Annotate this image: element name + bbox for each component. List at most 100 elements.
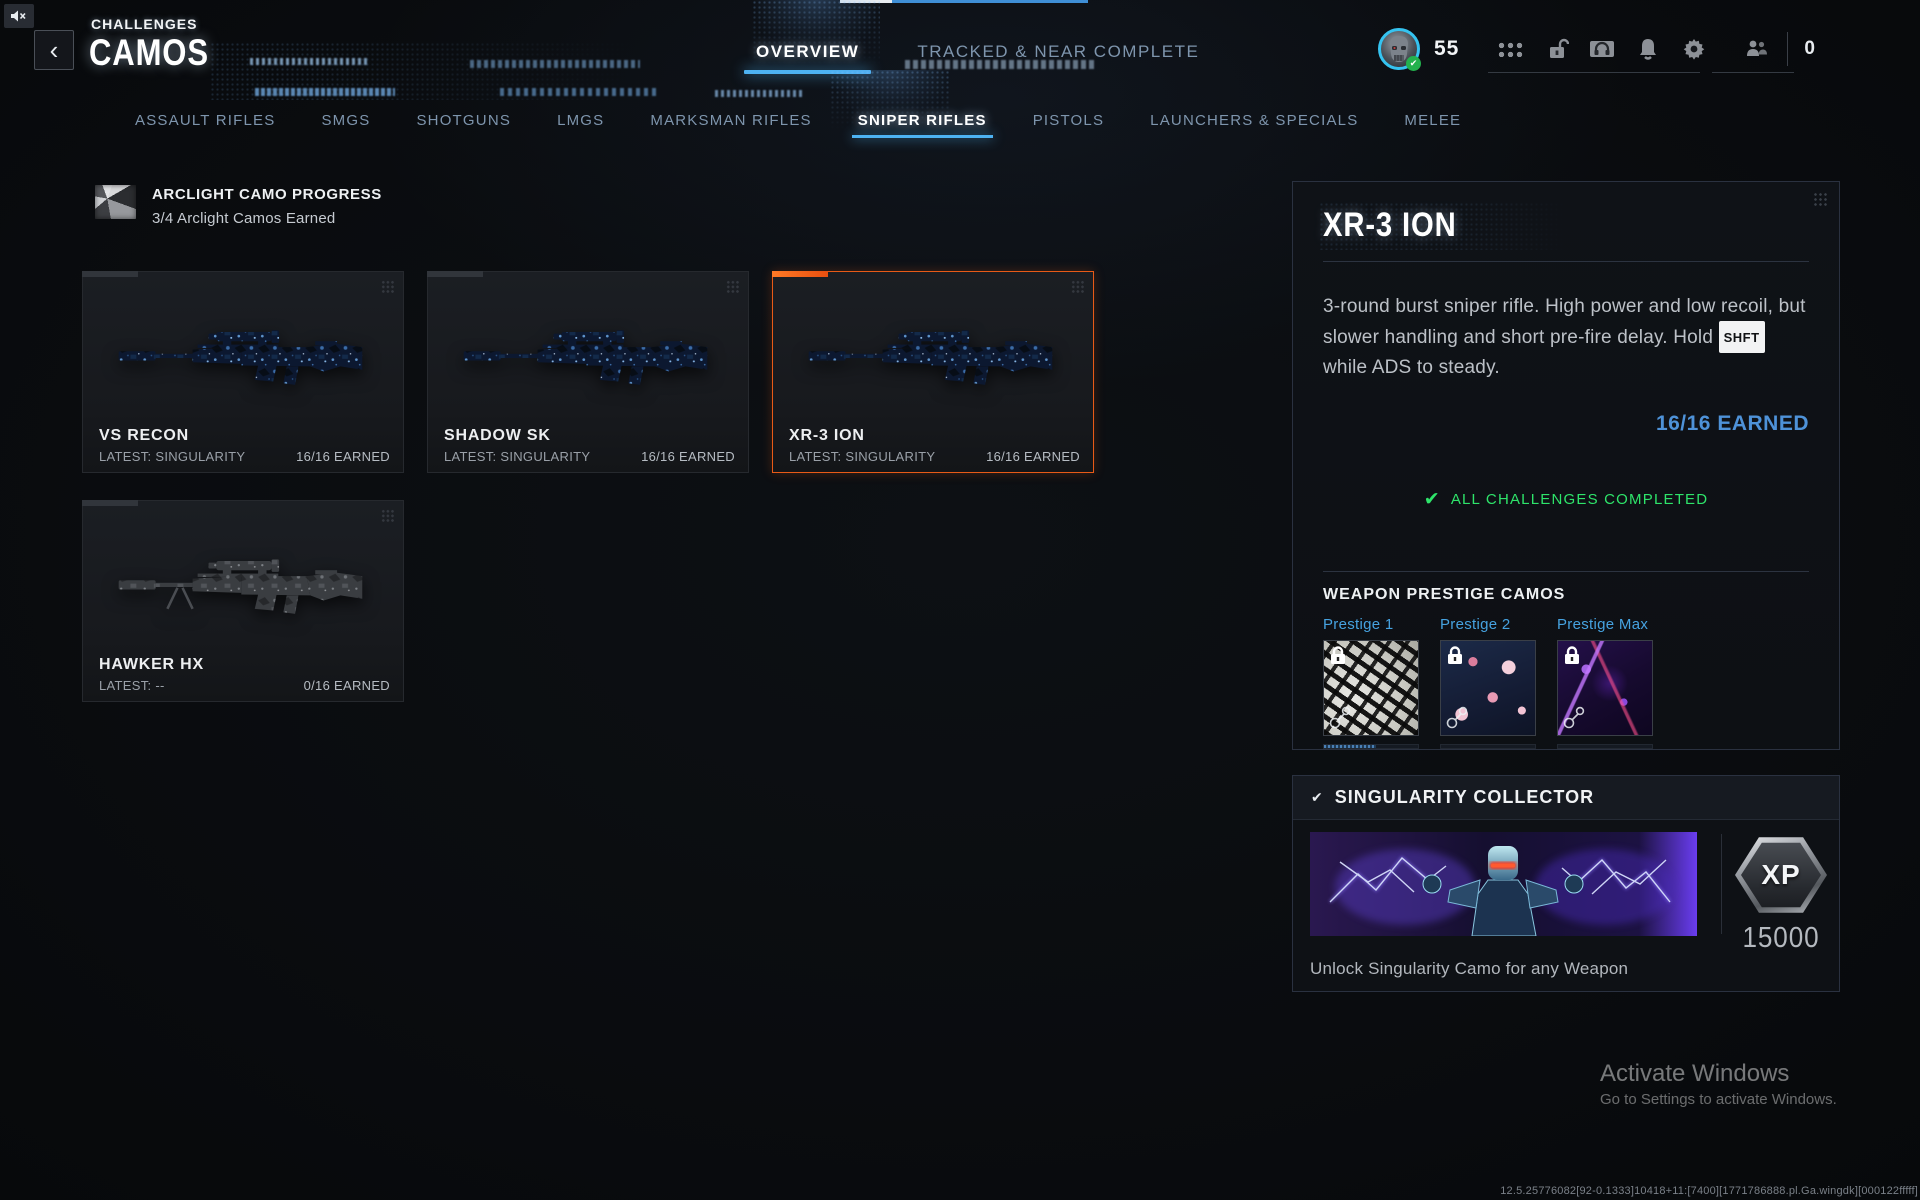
- signature-scribble: [1563, 706, 1585, 729]
- prestige-camo-thumbnail[interactable]: [1323, 640, 1419, 736]
- card-footer: VS RECON LATEST: SINGULARITY 16/16 EARNE…: [99, 427, 390, 464]
- prestige-label: Prestige 2: [1440, 616, 1511, 633]
- prestige-camo-thumbnail[interactable]: [1557, 640, 1653, 736]
- lock-icon: [1331, 646, 1345, 664]
- weapon-latest-camo: LATEST: --: [99, 678, 165, 693]
- prestige-item-1: Prestige 1: [1323, 616, 1419, 749]
- glitch-decoration: [470, 60, 640, 68]
- grid-dots-icon: [1071, 280, 1085, 294]
- collector-caption: Unlock Singularity Camo for any Weapon: [1310, 959, 1629, 978]
- glitch-decoration: [715, 90, 805, 97]
- apps-grid-icon[interactable]: [1495, 34, 1525, 64]
- weapon-card-xr-3-ion[interactable]: XR-3 ION LATEST: SINGULARITY 16/16 EARNE…: [772, 271, 1094, 473]
- theater-icon[interactable]: [1587, 34, 1617, 64]
- social-icon[interactable]: [1741, 34, 1771, 64]
- page-title: CAMOS: [89, 32, 209, 73]
- topbar-underline: [1488, 72, 1700, 73]
- tab-smgs[interactable]: SMGS: [321, 112, 370, 129]
- collector-header: ✔ SINGULARITY COLLECTOR: [1293, 776, 1839, 820]
- weapon-name: VS RECON: [99, 427, 189, 444]
- prestige-progress-bar: [1557, 744, 1653, 749]
- tab-sniper-rifles[interactable]: SNIPER RIFLES: [851, 112, 993, 138]
- tab-tracked-near-complete[interactable]: TRACKED & NEAR COMPLETE: [917, 42, 1199, 62]
- tab-shotguns[interactable]: SHOTGUNS: [416, 112, 511, 129]
- tab-melee[interactable]: MELEE: [1404, 112, 1461, 129]
- card-notch: [82, 500, 138, 506]
- weapon-image: [118, 330, 363, 385]
- prestige-item-max: Prestige Max: [1557, 616, 1653, 749]
- divider: [1323, 261, 1809, 262]
- weapon-card-hawker-hx[interactable]: HAWKER HX LATEST: -- 0/16 EARNED: [82, 500, 404, 702]
- watermark-line1: Activate Windows: [1600, 1060, 1790, 1087]
- glitch-decoration: [500, 88, 660, 96]
- glitch-decoration: [250, 58, 370, 65]
- gear-icon[interactable]: [1679, 34, 1709, 64]
- prestige-camos-heading: WEAPON PRESTIGE CAMOS: [1323, 586, 1566, 603]
- arclight-camo-thumbnail: [95, 185, 136, 219]
- weapon-image: [463, 330, 708, 385]
- topbar-divider: [1787, 32, 1789, 66]
- avatar-status-badge: ✔: [1406, 56, 1421, 71]
- weapon-description: 3-round burst sniper rifle. High power a…: [1323, 292, 1809, 382]
- prestige-item-2: Prestige 2: [1440, 616, 1536, 749]
- build-version-string: 12.5.25776082[92-0.1333]10418+11:[7400][…: [1500, 1185, 1918, 1197]
- activate-windows-watermark: Activate Windows Go to Settings to activ…: [1600, 1060, 1837, 1108]
- xp-value: 15000: [1742, 922, 1820, 954]
- prestige-camo-thumbnail[interactable]: [1440, 640, 1536, 736]
- bell-icon[interactable]: [1633, 34, 1663, 64]
- back-button[interactable]: ‹: [34, 30, 74, 70]
- grid-dots-icon: [1813, 192, 1829, 208]
- card-notch: [427, 271, 483, 277]
- challenges-completed-label: ALL CHALLENGES COMPLETED: [1450, 491, 1709, 508]
- weapon-image: [808, 330, 1053, 385]
- prestige-label: Prestige Max: [1557, 616, 1649, 633]
- volume-muted-icon[interactable]: [4, 4, 34, 28]
- weapon-latest-camo: LATEST: SINGULARITY: [789, 449, 936, 464]
- topbar-underline: [1712, 72, 1794, 73]
- prestige-progress-bar: [1323, 744, 1419, 749]
- topbar-right: ✔ 55 0: [1378, 24, 1815, 74]
- divider: [1721, 834, 1722, 934]
- arclight-progress-header: ARCLIGHT CAMO PROGRESS 3/4 Arclight Camo…: [95, 185, 382, 227]
- card-notch: [772, 271, 828, 277]
- description-text: while ADS to steady.: [1323, 357, 1500, 378]
- lock-icon: [1448, 646, 1462, 664]
- tab-lmgs[interactable]: LMGS: [557, 112, 604, 129]
- challenges-completed-row: ✔ ALL CHALLENGES COMPLETED: [1323, 488, 1809, 511]
- weapon-card-vs-recon[interactable]: VS RECON LATEST: SINGULARITY 16/16 EARNE…: [82, 271, 404, 473]
- breadcrumb-challenges: CHALLENGES: [91, 16, 198, 32]
- tab-marksman-rifles[interactable]: MARKSMAN RIFLES: [650, 112, 811, 129]
- unlock-icon[interactable]: [1543, 34, 1573, 64]
- arclight-progress-title: ARCLIGHT CAMO PROGRESS: [152, 186, 382, 203]
- weapon-earned-count: 16/16 EARNED: [296, 449, 390, 464]
- grid-dots-icon: [381, 280, 395, 294]
- xp-label: XP: [1761, 859, 1801, 890]
- singularity-collector-panel[interactable]: ✔ SINGULARITY COLLECTOR XP 15000 Unlock …: [1292, 775, 1840, 992]
- collector-title: SINGULARITY COLLECTOR: [1334, 787, 1595, 807]
- lock-icon: [1565, 646, 1579, 664]
- currency-count: 0: [1804, 38, 1815, 59]
- divider: [1323, 571, 1809, 572]
- weapon-cards-grid: VS RECON LATEST: SINGULARITY 16/16 EARNE…: [82, 271, 1094, 702]
- card-notch: [82, 271, 138, 277]
- weapon-earned-count: 16/16 EARNED: [986, 449, 1080, 464]
- camos-screen: ‹ CHALLENGES CAMOS OVERVIEW TRACKED & NE…: [0, 0, 1920, 1200]
- weapon-name: XR-3 ION: [789, 427, 865, 444]
- weapon-card-shadow-sk[interactable]: SHADOW SK LATEST: SINGULARITY 16/16 EARN…: [427, 271, 749, 473]
- weapon-detail-panel: XR-3 ION 3-round burst sniper rifle. Hig…: [1292, 181, 1840, 750]
- weapon-earned-count: 0/16 EARNED: [303, 678, 390, 693]
- tab-assault-rifles[interactable]: ASSAULT RIFLES: [135, 112, 275, 129]
- grid-dots-icon: [726, 280, 740, 294]
- weapon-image: [118, 559, 363, 614]
- player-avatar[interactable]: ✔: [1378, 28, 1421, 71]
- top-accent-blue: [892, 0, 1088, 3]
- prestige-camos-row: Prestige 1 Prestige 2 Prestige Max: [1323, 616, 1809, 749]
- card-footer: XR-3 ION LATEST: SINGULARITY 16/16 EARNE…: [789, 427, 1080, 464]
- glitch-decoration: [255, 88, 395, 96]
- weapon-category-tabs: ASSAULT RIFLES SMGS SHOTGUNS LMGS MARKSM…: [135, 112, 1461, 138]
- top-accent-white: [840, 0, 892, 3]
- weapon-latest-camo: LATEST: SINGULARITY: [99, 449, 246, 464]
- tab-overview[interactable]: OVERVIEW: [743, 42, 872, 74]
- tab-launchers-specials[interactable]: LAUNCHERS & SPECIALS: [1150, 112, 1358, 129]
- tab-pistols[interactable]: PISTOLS: [1033, 112, 1104, 129]
